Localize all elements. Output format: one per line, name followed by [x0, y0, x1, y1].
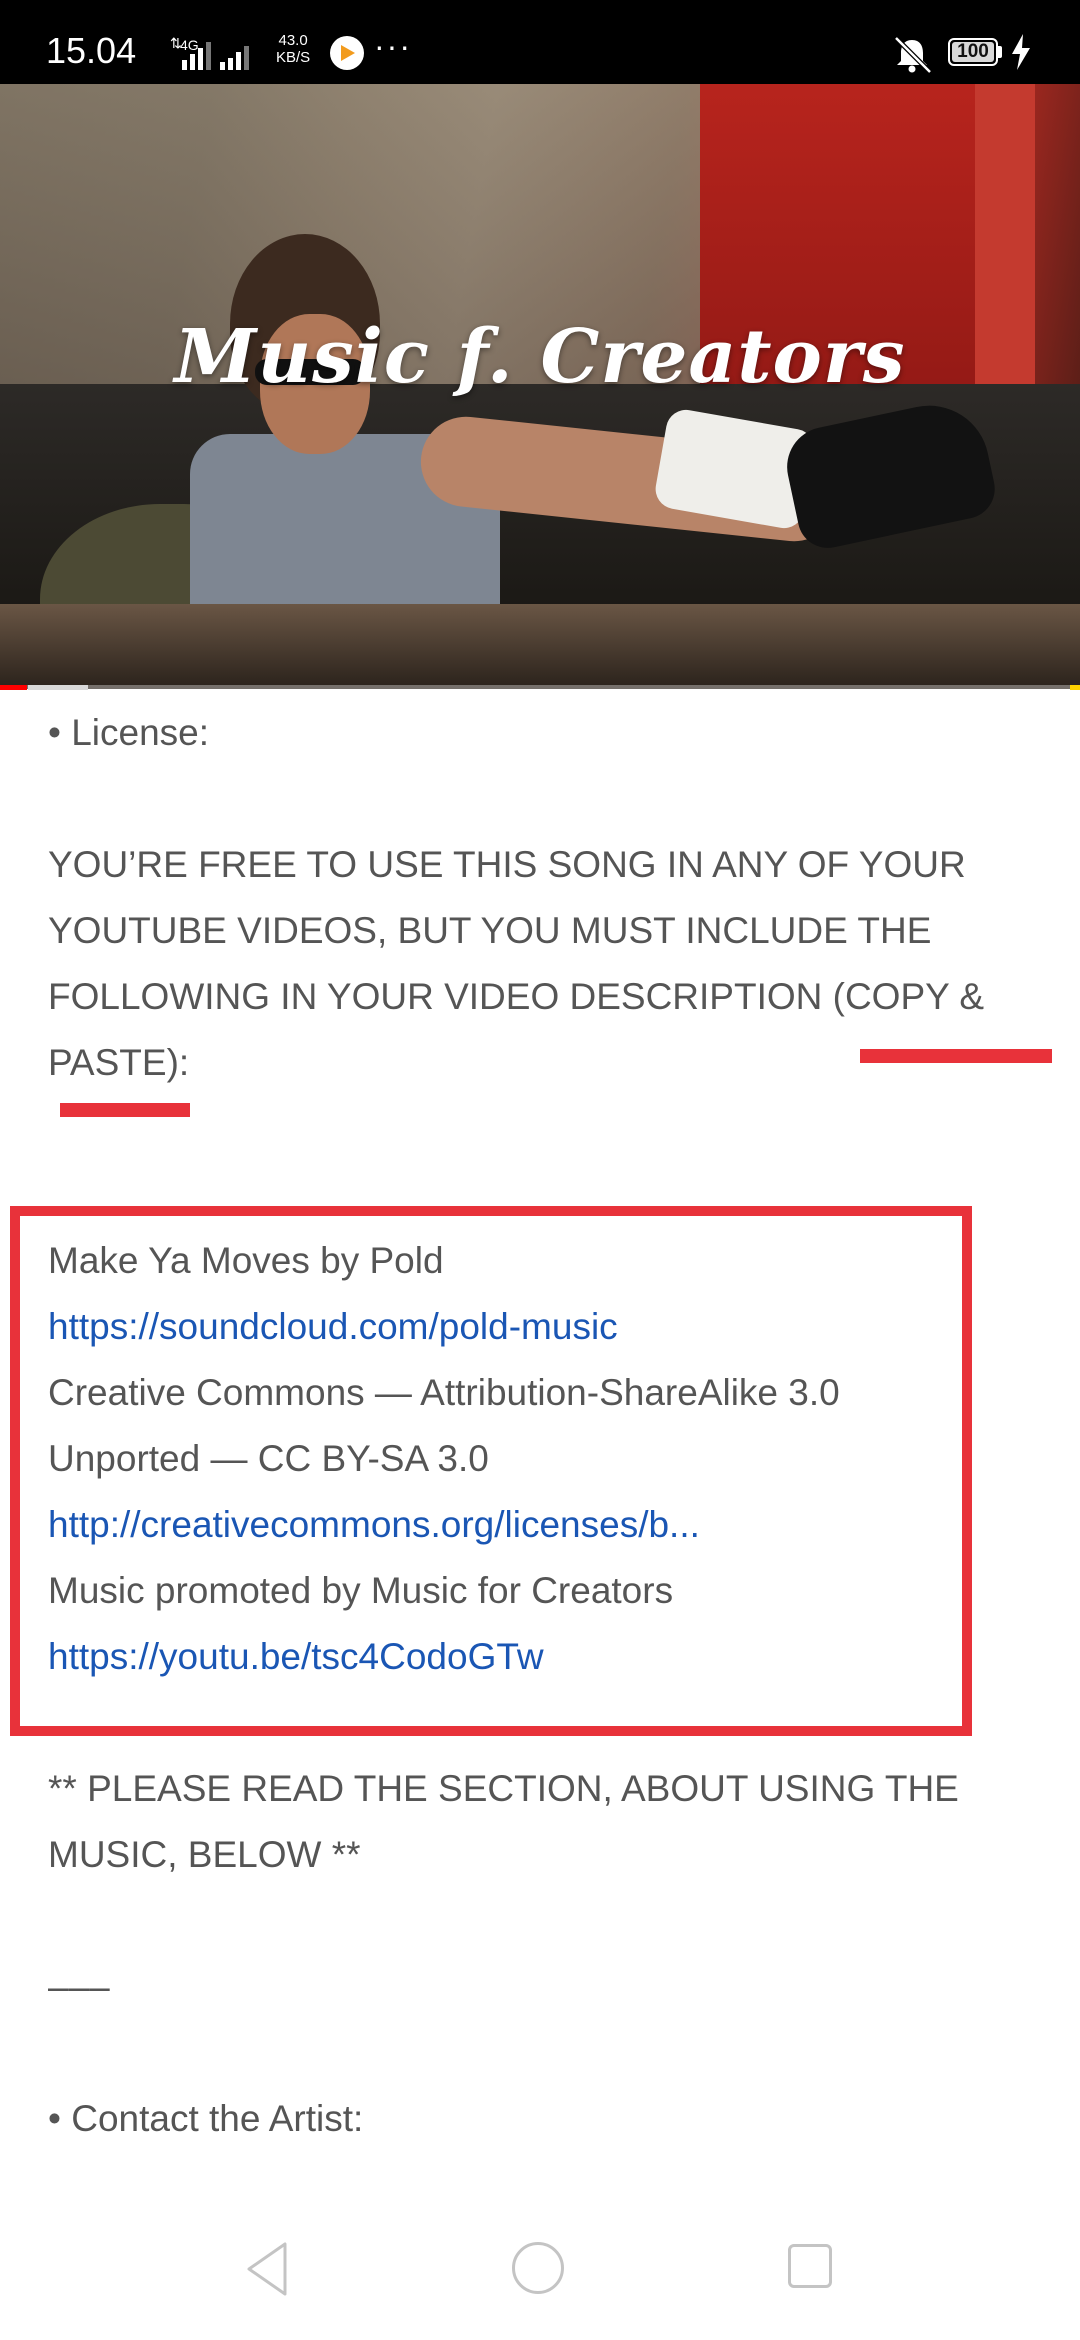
video-progress-track[interactable] [0, 685, 1080, 690]
license-text-line-2: YOUTUBE VIDEOS, BUT YOU MUST INCLUDE THE [48, 910, 932, 951]
status-time: 15.04 [46, 30, 137, 71]
video-title-overlay: Music f. Creators [174, 314, 906, 400]
video-scene-table [0, 604, 1080, 689]
video-progress-end-marker [1070, 685, 1080, 690]
home-icon[interactable] [512, 2242, 564, 2294]
contact-heading: • Contact the Artist: [48, 2098, 364, 2139]
license-text-line-4: PASTE): [48, 1042, 190, 1083]
battery-tip [998, 46, 1002, 58]
speed-value: 43.0 [278, 32, 308, 49]
notice-line-1: ** PLEASE READ THE SECTION, ABOUT USING … [48, 1768, 959, 1809]
recent-apps-icon[interactable] [788, 2244, 832, 2288]
annotation-underline-paste [60, 1103, 190, 1117]
video-progress-bar[interactable] [0, 685, 27, 690]
battery-level: 100 [957, 41, 989, 62]
annotation-highlight-box [10, 1206, 972, 1736]
back-icon[interactable] [245, 2240, 291, 2298]
more-notifications-icon: ··· [374, 28, 412, 64]
license-text-line-3: FOLLOWING IN YOUR VIDEO DESCRIPTION (COP… [48, 976, 985, 1017]
license-text-line-1: YOU’RE FREE TO USE THIS SONG IN ANY OF Y… [48, 844, 966, 885]
status-bar: 15.04 ⇅ 4G 43.0 KB/S ··· 100 [0, 0, 1080, 84]
license-heading: • License: [48, 712, 210, 753]
speed-unit: KB/S [276, 49, 311, 66]
annotation-underline-copy [860, 1049, 1052, 1063]
notice-line-2: MUSIC, BELOW ** [48, 1834, 361, 1875]
battery-icon: 100 [948, 38, 998, 66]
charging-bolt-icon [1012, 34, 1030, 70]
network-speed: 43.0 KB/S [276, 32, 310, 66]
separator: ––– [48, 1966, 110, 2007]
muted-bell-icon [894, 36, 932, 74]
video-buffer-bar [28, 685, 88, 690]
music-app-notification-icon [330, 36, 364, 70]
video-player[interactable]: Music f. Creators [0, 84, 1080, 689]
network-type: 4G [180, 37, 199, 53]
